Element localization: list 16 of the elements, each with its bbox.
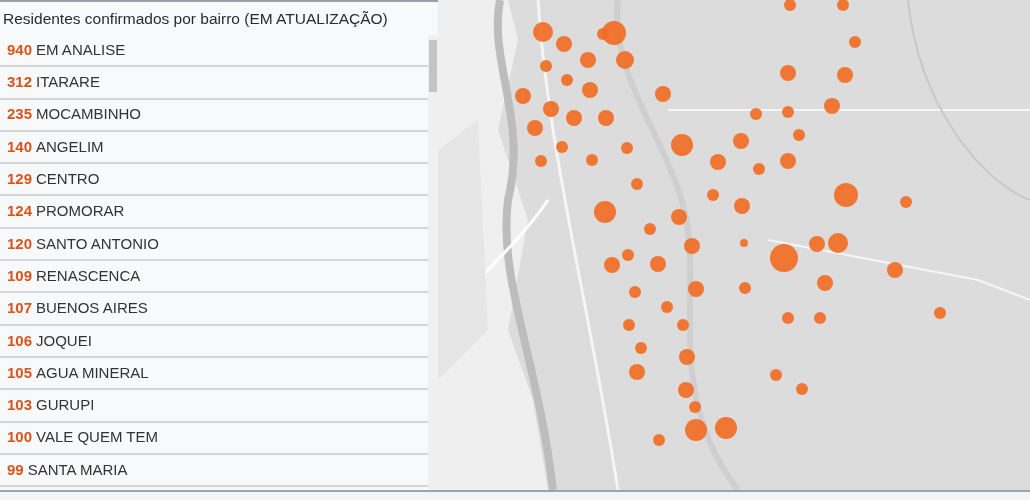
list-item[interactable]: 129 CENTRO xyxy=(0,164,428,197)
list-item[interactable]: 105 AGUA MINERAL xyxy=(0,357,428,391)
list-item[interactable]: 100 VALE QUEM TEM xyxy=(0,422,428,455)
list-item[interactable]: 124 PROMORAR xyxy=(0,196,428,229)
list-item[interactable]: 99 SANTA MARIA xyxy=(0,454,428,488)
list-item[interactable]: 103 GURUPI xyxy=(0,390,428,423)
list-item[interactable]: 235 MOCAMBINHO xyxy=(0,99,428,132)
list-item[interactable]: 107 BUENOS AIRES xyxy=(0,293,428,326)
list-item[interactable]: 120 SANTO ANTONIO xyxy=(0,228,428,262)
list-title: Residentes confirmados por bairro (EM ATUALIZAÇÃO) xyxy=(2,8,389,29)
scrollbar[interactable] xyxy=(428,35,438,490)
list-item[interactable]: 106 JOQUEI xyxy=(0,325,428,358)
list-item[interactable]: 109 RENASCENCA xyxy=(0,261,428,294)
list-item[interactable]: 312 ITARARE xyxy=(0,67,428,100)
list-item[interactable]: 940 EM ANALISE xyxy=(0,35,428,68)
list-item[interactable]: 140 ANGELIM xyxy=(0,131,428,165)
